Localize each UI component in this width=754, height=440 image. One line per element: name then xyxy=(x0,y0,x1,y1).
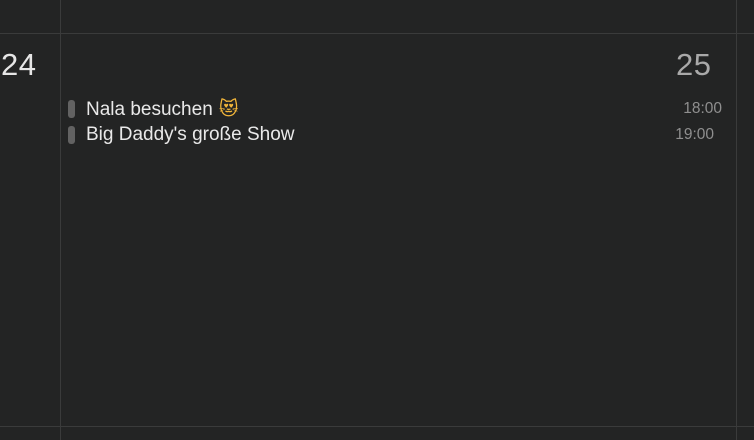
event-title-text: Big Daddy's große Show xyxy=(86,124,295,145)
event-time: 19:00 xyxy=(675,126,714,143)
week-row-divider-bottom xyxy=(0,426,754,427)
event-title: Nala besuchen 😻 xyxy=(86,98,239,121)
calendar-event[interactable]: Big Daddy's große Show 19:00 xyxy=(68,124,724,146)
day-column-divider-right xyxy=(736,0,737,440)
calendar-event[interactable]: Nala besuchen 😻 18:00 xyxy=(68,98,724,120)
day-number: 25 xyxy=(676,47,712,82)
event-color-bar xyxy=(68,100,75,118)
event-time: 18:00 xyxy=(683,100,722,117)
event-title-text: Nala besuchen xyxy=(86,99,213,120)
calendar-month-view: 24 25 Nala besuchen 😻 18:00 Big Daddy's g… xyxy=(0,0,754,440)
event-color-bar xyxy=(68,126,75,144)
event-title: Big Daddy's große Show xyxy=(86,124,295,146)
smiling-cat-heart-eyes-emoji: 😻 xyxy=(218,98,239,120)
day-number: 24 xyxy=(1,47,37,82)
day-column-divider-left xyxy=(60,0,61,440)
week-row-divider-top xyxy=(0,33,754,34)
